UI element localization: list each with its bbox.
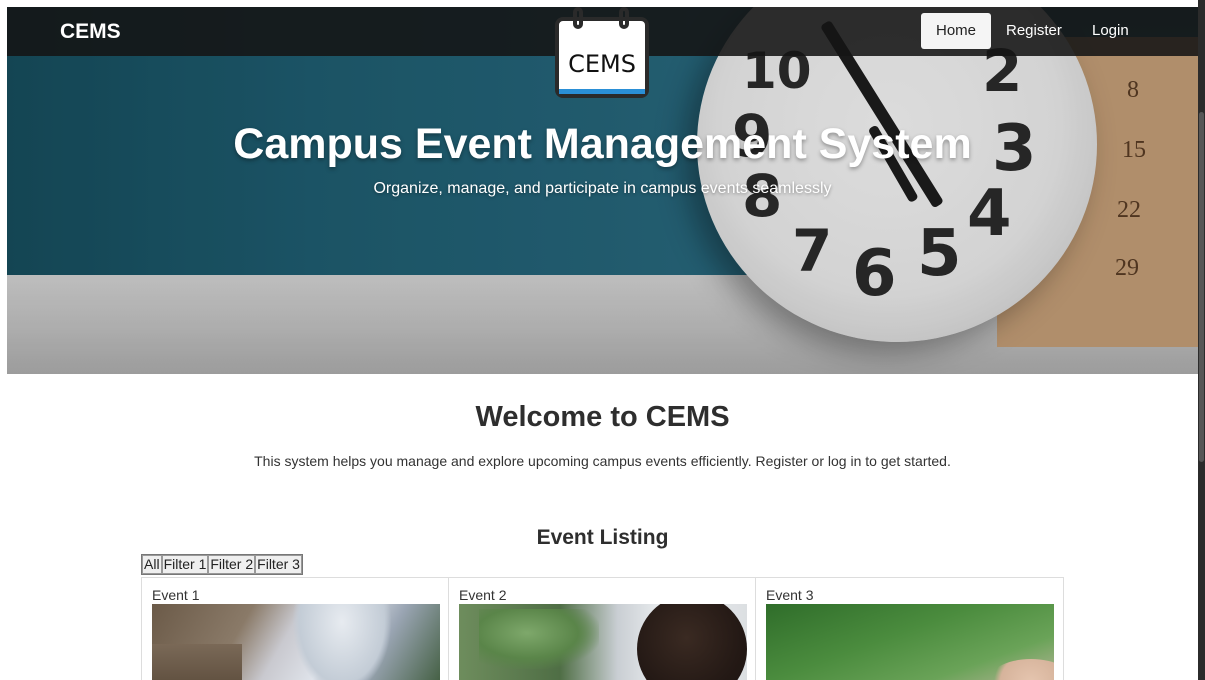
vertical-scrollbar[interactable] — [1198, 0, 1205, 680]
filter-3-button[interactable]: Filter 3 — [255, 555, 302, 574]
event-grid: Event 1 Event 2 Event 3 — [141, 577, 1064, 680]
event-card[interactable]: Event 2 — [449, 578, 756, 680]
filter-all-button[interactable]: All — [142, 555, 162, 574]
event-image — [459, 604, 747, 680]
event-title: Event 2 — [459, 587, 507, 603]
scrollbar-thumb[interactable] — [1199, 112, 1204, 462]
event-title: Event 3 — [766, 587, 814, 603]
event-image — [766, 604, 1054, 680]
event-listing-heading: Event Listing — [536, 526, 669, 549]
logo-accent-stripe — [559, 89, 645, 94]
event-title: Event 1 — [152, 587, 200, 603]
hero-subtitle: Organize, manage, and participate in cam… — [373, 180, 832, 197]
filter-1-button[interactable]: Filter 1 — [161, 555, 209, 574]
event-image — [152, 604, 440, 680]
event-card[interactable]: Event 1 — [142, 578, 449, 680]
nav-link-home[interactable]: Home — [921, 13, 992, 49]
filter-button-group: All Filter 1 Filter 2 Filter 3 — [141, 554, 303, 575]
welcome-description: This system helps you manage and explore… — [254, 453, 951, 469]
hero-title: Campus Event Management System — [233, 120, 972, 168]
logo-ring — [573, 7, 583, 29]
logo-text: CEMS — [568, 50, 636, 78]
brand-logo-text[interactable]: CEMS — [60, 20, 121, 44]
nav-link-login[interactable]: Login — [1077, 13, 1144, 49]
nav-link-register[interactable]: Register — [991, 13, 1077, 49]
event-card[interactable]: Event 3 — [756, 578, 1063, 680]
logo-ring — [619, 7, 629, 29]
cems-calendar-logo-icon: CEMS — [555, 7, 649, 98]
welcome-heading: Welcome to CEMS — [475, 401, 730, 433]
filter-2-button[interactable]: Filter 2 — [208, 555, 256, 574]
browser-viewport: 8 15 22 29 10 2 9 3 8 4 7 6 5 Campus Eve… — [7, 7, 1198, 680]
